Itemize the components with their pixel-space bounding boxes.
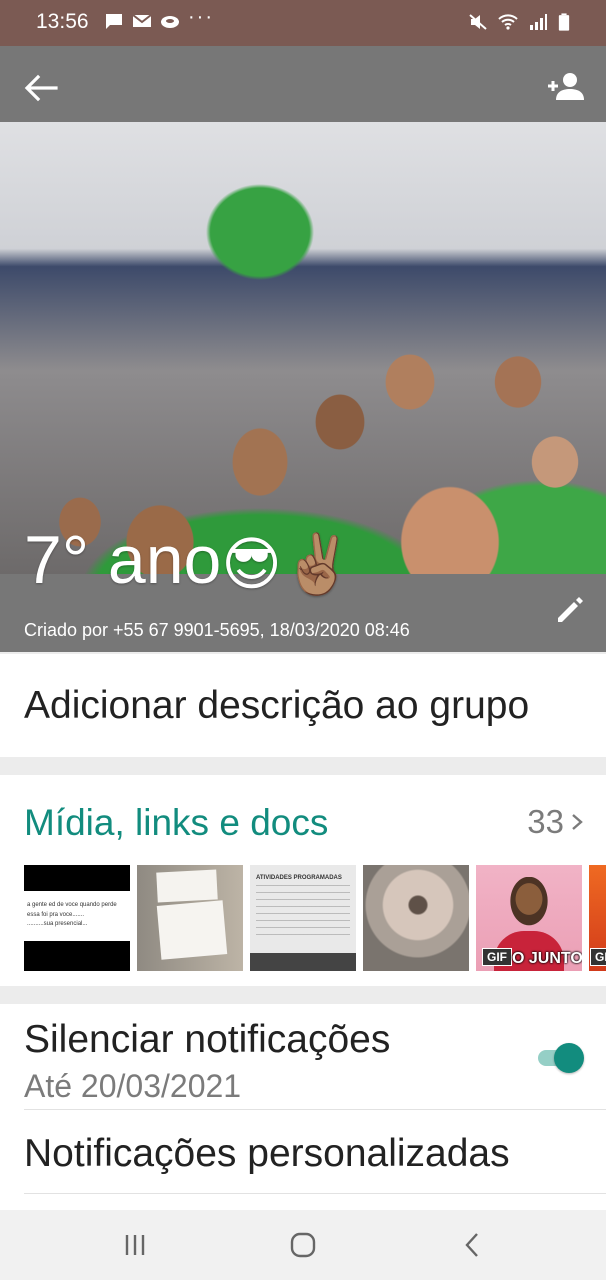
divider: [24, 1109, 606, 1110]
media-links-docs-title[interactable]: Mídia, links e docs: [24, 802, 328, 844]
media-count[interactable]: 33: [527, 803, 564, 841]
media-card: Mídia, links e docs 33 a gente ed de voc…: [0, 775, 606, 986]
wifi-icon: [498, 14, 518, 30]
status-bar: 13:56 ···: [0, 0, 606, 46]
mute-notifications-toggle[interactable]: [534, 1042, 584, 1073]
email-icon: [132, 14, 152, 27]
media-thumbnails: a gente ed de voce quando perde essa foi…: [24, 865, 606, 971]
recent-apps-icon[interactable]: [118, 1228, 152, 1262]
thumbnail-note-line: a gente ed de voce quando perde: [27, 902, 117, 908]
thumbnail-doc-lines: [256, 885, 350, 935]
notifications-card: Silenciar notificações Até 20/03/2021 No…: [0, 1004, 606, 1210]
chat-icon: [106, 14, 122, 29]
gif-caption: O JUNTO: [512, 950, 582, 967]
signal-icon: [530, 14, 547, 30]
group-photo[interactable]: [0, 122, 606, 574]
toggle-knob: [554, 1043, 584, 1073]
media-thumbnail-gif[interactable]: GI: [589, 865, 606, 971]
group-name-emojis: 😎✌🏽: [221, 532, 355, 598]
back-arrow-icon[interactable]: [20, 72, 60, 104]
cloud-icon: [161, 16, 179, 28]
system-icons: [468, 12, 570, 32]
group-name-text: 7° ano: [24, 522, 222, 598]
person-add-icon[interactable]: [546, 70, 586, 104]
media-thumbnail[interactable]: [137, 865, 243, 971]
pencil-icon[interactable]: [554, 594, 586, 626]
mute-notifications-label[interactable]: Silenciar notificações: [24, 1018, 390, 1062]
thumbnail-note-line: essa foi pra voce.......: [27, 911, 85, 918]
description-card[interactable]: Adicionar descrição ao grupo: [0, 654, 606, 757]
group-title: 7° ano😎✌🏽: [24, 526, 354, 594]
created-by-text: Criado por +55 67 9901-5695, 18/03/2020 …: [24, 620, 410, 640]
thumbnail-note-line: ..........sua presencial...: [27, 921, 88, 928]
thumbnail-paper: [156, 900, 228, 960]
more-notifications-dots: ···: [188, 5, 214, 28]
chevron-right-icon[interactable]: [570, 813, 584, 831]
media-thumbnail-gif[interactable]: GIF O JUNTO: [476, 865, 582, 971]
notification-icons: ···: [104, 6, 214, 30]
gif-badge: GI: [590, 948, 606, 966]
add-description-button[interactable]: Adicionar descrição ao grupo: [24, 684, 529, 728]
divider: [24, 1193, 606, 1194]
home-icon[interactable]: [286, 1228, 320, 1262]
status-time: 13:56: [36, 10, 89, 33]
gif-person: [506, 877, 552, 937]
back-icon[interactable]: [456, 1228, 490, 1262]
battery-icon: [558, 13, 570, 31]
mute-until-text: Até 20/03/2021: [24, 1068, 242, 1104]
gif-badge: GIF: [482, 948, 512, 966]
media-thumbnail[interactable]: ATIVIDADES PROGRAMADAS: [250, 865, 356, 971]
system-navigation-bar: [0, 1210, 606, 1280]
mute-icon: [469, 14, 487, 30]
media-thumbnail[interactable]: a gente ed de voce quando perde essa foi…: [24, 865, 130, 971]
media-thumbnail[interactable]: [363, 865, 469, 971]
custom-notifications-item[interactable]: Notificações personalizadas: [24, 1132, 510, 1176]
group-header: 7° ano😎✌🏽 Criado por +55 67 9901-5695, 1…: [0, 46, 606, 652]
thumbnail-doc-footer: [250, 953, 356, 971]
thumbnail-doc-title: ATIVIDADES PROGRAMADAS: [256, 875, 342, 881]
thumbnail-note: a gente ed de voce quando perde essa foi…: [24, 891, 130, 941]
thumbnail-paper: [156, 869, 218, 903]
